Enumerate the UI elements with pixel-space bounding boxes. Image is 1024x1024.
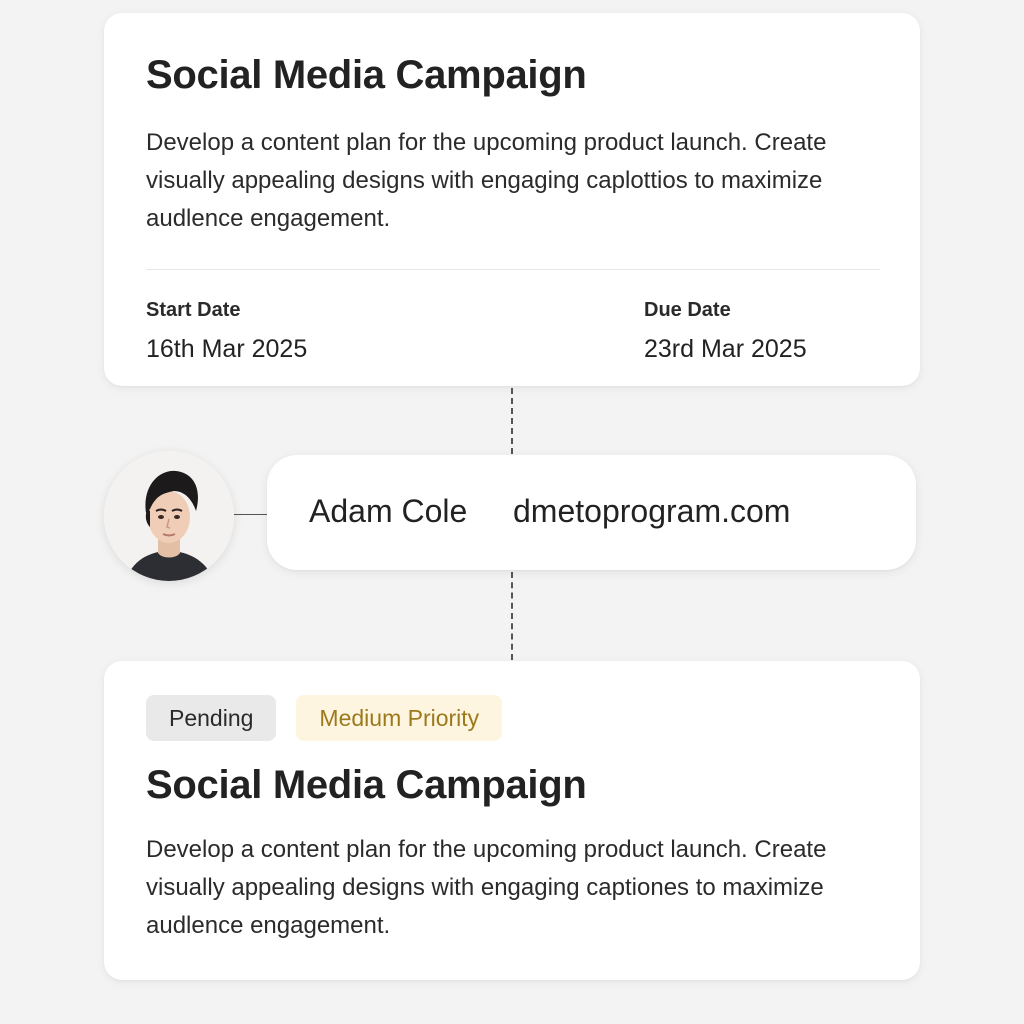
task-title: Social Media Campaign xyxy=(146,53,587,97)
start-date: Start Date 16th Mar 2025 xyxy=(146,298,307,364)
avatar-connector-line xyxy=(234,514,268,515)
task-dates: Start Date 16th Mar 2025 Due Date 23rd M… xyxy=(146,270,878,363)
start-date-value: 16th Mar 2025 xyxy=(146,335,308,363)
priority-badge[interactable]: Medium Priority xyxy=(296,695,503,741)
person-avatar-icon xyxy=(104,451,234,581)
due-date: Due Date 23rd Mar 2025 xyxy=(644,298,807,364)
dashed-connector-bottom xyxy=(511,572,513,660)
summary-description: Develop a content plan for the upcoming … xyxy=(146,836,827,939)
dashed-connector-top xyxy=(511,388,513,454)
assignee-name: Adam Cole xyxy=(309,493,468,529)
start-date-label: Start Date xyxy=(146,299,241,321)
status-badge[interactable]: Pending xyxy=(146,695,277,741)
task-description: Develop a content plan for the upcoming … xyxy=(146,129,827,232)
assignee-card[interactable]: Adam Cole dmetoprogram.com xyxy=(267,455,916,570)
assignee-avatar[interactable] xyxy=(104,451,234,581)
due-date-label: Due Date xyxy=(644,299,731,321)
due-date-value: 23rd Mar 2025 xyxy=(644,335,807,363)
summary-title: Social Media Campaign xyxy=(146,763,587,807)
task-summary-card[interactable]: Pending Medium Priority Social Media Cam… xyxy=(104,661,920,980)
badge-row: Pending Medium Priority xyxy=(146,695,878,741)
task-details-card[interactable]: Social Media Campaign Develop a content … xyxy=(104,13,920,386)
assignee-email[interactable]: dmetoprogram.com xyxy=(513,492,790,530)
